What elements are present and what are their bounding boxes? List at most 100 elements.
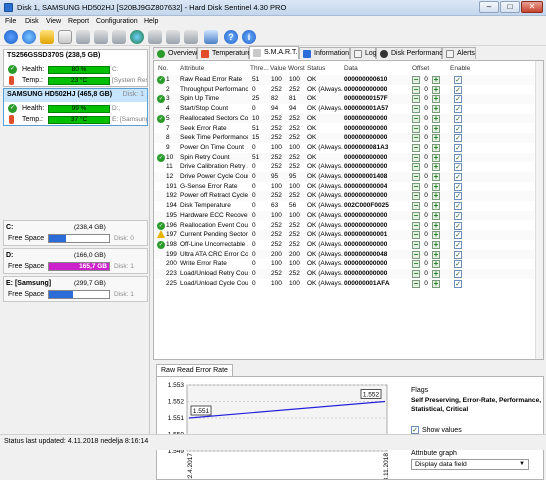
enable-checkbox[interactable]: ✓ (454, 231, 462, 240)
table-row[interactable]: 2 Throughput Performance 0 252 252 OK (Always… (154, 85, 534, 95)
offset-minus-button[interactable]: − (412, 95, 420, 104)
table-row[interactable]: 8 Seek Time Performance 15 252 252 OK 00000000… (154, 133, 534, 143)
offset-plus-button[interactable]: + (432, 124, 440, 133)
col-threshold[interactable]: Thre... (250, 65, 269, 72)
enable-checkbox[interactable]: ✓ (454, 240, 462, 249)
enable-checkbox[interactable]: ✓ (454, 270, 462, 278)
chart-tab[interactable]: Raw Read Error Rate (156, 364, 233, 376)
menu-report[interactable]: Report (68, 18, 89, 25)
enable-checkbox[interactable]: ✓ (454, 163, 462, 172)
enable-checkbox[interactable]: ✓ (454, 173, 462, 181)
enable-checkbox[interactable]: ✓ (454, 134, 462, 143)
table-row[interactable]: 225 Load/Unload Cycle Cou... 0 100 100 OK (Al… (154, 279, 534, 289)
offset-plus-button[interactable]: + (432, 134, 440, 143)
table-row[interactable]: 191 G-Sense Error Rate 0 100 100 OK (Always..… (154, 182, 534, 192)
table-row[interactable]: ✓ 3 Spin Up Time 25 82 81 OK 00000000157F −0 + ✓ (154, 94, 534, 105)
offset-plus-button[interactable]: + (432, 279, 440, 288)
offset-plus-button[interactable]: + (432, 105, 440, 114)
offset-plus-button[interactable]: + (432, 153, 440, 162)
offset-minus-button[interactable]: − (412, 182, 420, 191)
enable-checkbox[interactable]: ✓ (454, 221, 462, 230)
enable-checkbox[interactable]: ✓ (454, 153, 462, 162)
table-row[interactable]: ✓ 5 Reallocated Sectors Co... 10 252 252 OK 000… (154, 113, 534, 124)
back-icon[interactable] (22, 30, 36, 44)
offset-minus-button[interactable]: − (412, 260, 420, 269)
offset-minus-button[interactable]: − (412, 163, 420, 172)
tab-overview[interactable]: Overview (153, 47, 197, 59)
refresh-icon[interactable] (4, 30, 18, 44)
menu-file[interactable]: File (5, 18, 16, 25)
offset-minus-button[interactable]: − (412, 211, 420, 220)
col-data[interactable]: Data (344, 65, 358, 72)
enable-checkbox[interactable]: ✓ (454, 202, 462, 211)
menu-help[interactable]: Help (144, 18, 158, 25)
menu-disk[interactable]: Disk (25, 18, 39, 25)
show-values-checkbox[interactable]: ✓ (411, 426, 419, 434)
col-status[interactable]: Status (307, 65, 325, 72)
table-scrollbar[interactable] (535, 61, 543, 359)
table-row[interactable]: 12 Drive Power Cycle Count 0 95 95 OK (Always… (154, 172, 534, 182)
menu-view[interactable]: View (46, 18, 61, 25)
tab-information[interactable]: Information (299, 47, 350, 59)
volume-e[interactable]: E: [Samsung] (299,7 GB) Free Space 121,1… (3, 276, 148, 302)
table-row[interactable]: 200 Write Error Rate 0 100 100 OK (Always... 0… (154, 259, 534, 269)
offset-plus-button[interactable]: + (432, 250, 440, 259)
table-row[interactable]: 192 Power off Retract Cycle ... 0 252 252 OK … (154, 191, 534, 202)
enable-checkbox[interactable]: ✓ (454, 124, 462, 133)
table-row[interactable]: 195Hardware ECC Recovered 0 100 100 OK (Alwa… (154, 210, 534, 221)
tab-log[interactable]: Log (350, 47, 377, 59)
offset-minus-button[interactable]: − (412, 202, 420, 211)
table-row[interactable]: 11 Drive Calibration Retry ... 0 252 252 OK (… (154, 162, 534, 172)
globe-icon[interactable] (130, 30, 144, 44)
offset-plus-button[interactable]: + (432, 85, 440, 94)
offset-minus-button[interactable]: − (412, 270, 420, 278)
offset-plus-button[interactable]: + (432, 270, 440, 278)
offset-plus-button[interactable]: + (432, 192, 440, 201)
enable-checkbox[interactable]: ✓ (454, 114, 462, 123)
alert-icon[interactable] (40, 30, 54, 44)
offset-minus-button[interactable]: − (412, 134, 420, 143)
offset-plus-button[interactable]: + (432, 182, 440, 191)
offset-minus-button[interactable]: − (412, 192, 420, 201)
offset-minus-button[interactable]: − (412, 240, 420, 249)
report-icon[interactable] (58, 30, 72, 44)
enable-checkbox[interactable]: ✓ (454, 85, 462, 94)
offset-minus-button[interactable]: − (412, 124, 420, 133)
disk-icon[interactable] (112, 30, 126, 44)
offset-minus-button[interactable]: − (412, 76, 420, 84)
disk-panel-ssd[interactable]: TS256GSSD370S (238,5 GB) ✓ Health: 80 % … (3, 49, 148, 87)
table-row[interactable]: 223 Load/Unload Retry Cou... 0 252 252 OK (Al… (154, 269, 534, 279)
table-row[interactable]: ✓ 1 Raw Read Error Rate 51 100 100 OK 000000000… (154, 75, 534, 85)
table-row[interactable]: ✓ 196 Reallocation Event Count 0 252 252 OK (A… (154, 221, 534, 231)
table-row[interactable]: 194 Disk Temperature 0 63 56 OK (Always... 002… (154, 201, 534, 211)
offset-minus-button[interactable]: − (412, 105, 420, 114)
offset-minus-button[interactable]: − (412, 173, 420, 181)
disk-icon[interactable] (166, 30, 180, 44)
offset-plus-button[interactable]: + (432, 211, 440, 220)
table-row[interactable]: 197 Current Pending Sector... 0 252 252 OK (A… (154, 230, 534, 240)
attribute-graph-select[interactable]: Display data field ▼ (411, 459, 529, 470)
close-button[interactable]: ✕ (521, 1, 543, 13)
help-icon[interactable]: ? (224, 30, 238, 44)
tab-temperature[interactable]: Temperature (197, 47, 251, 59)
enable-checkbox[interactable]: ✓ (454, 250, 462, 259)
disk-icon[interactable] (184, 30, 198, 44)
enable-checkbox[interactable]: ✓ (454, 182, 462, 191)
col-worst[interactable]: Worst (288, 65, 305, 72)
table-row[interactable]: 4 Start/Stop Count 0 94 94 OK (Always... 00000… (154, 104, 534, 114)
enable-checkbox[interactable]: ✓ (454, 76, 462, 84)
minimize-button[interactable]: – (479, 1, 499, 13)
volume-c[interactable]: C: (238,4 GB) Free Space 66,3 GB Disk: 0 (3, 220, 148, 246)
col-enable[interactable]: Enable (450, 65, 470, 72)
chip-icon[interactable] (204, 30, 218, 44)
info-icon[interactable]: i (242, 30, 256, 44)
table-row[interactable]: 199 Ultra ATA CRC Error Co... 0 200 200 OK (A… (154, 249, 534, 260)
menu-configuration[interactable]: Configuration (96, 18, 138, 25)
tab-smart[interactable]: S.M.A.R.T. (249, 46, 299, 59)
offset-plus-button[interactable]: + (432, 114, 440, 123)
offset-minus-button[interactable]: − (412, 153, 420, 162)
enable-checkbox[interactable]: ✓ (454, 279, 462, 288)
table-row[interactable]: 9 Power On Time Count 0 100 100 OK (Always...… (154, 143, 534, 153)
offset-plus-button[interactable]: + (432, 240, 440, 249)
offset-plus-button[interactable]: + (432, 95, 440, 104)
